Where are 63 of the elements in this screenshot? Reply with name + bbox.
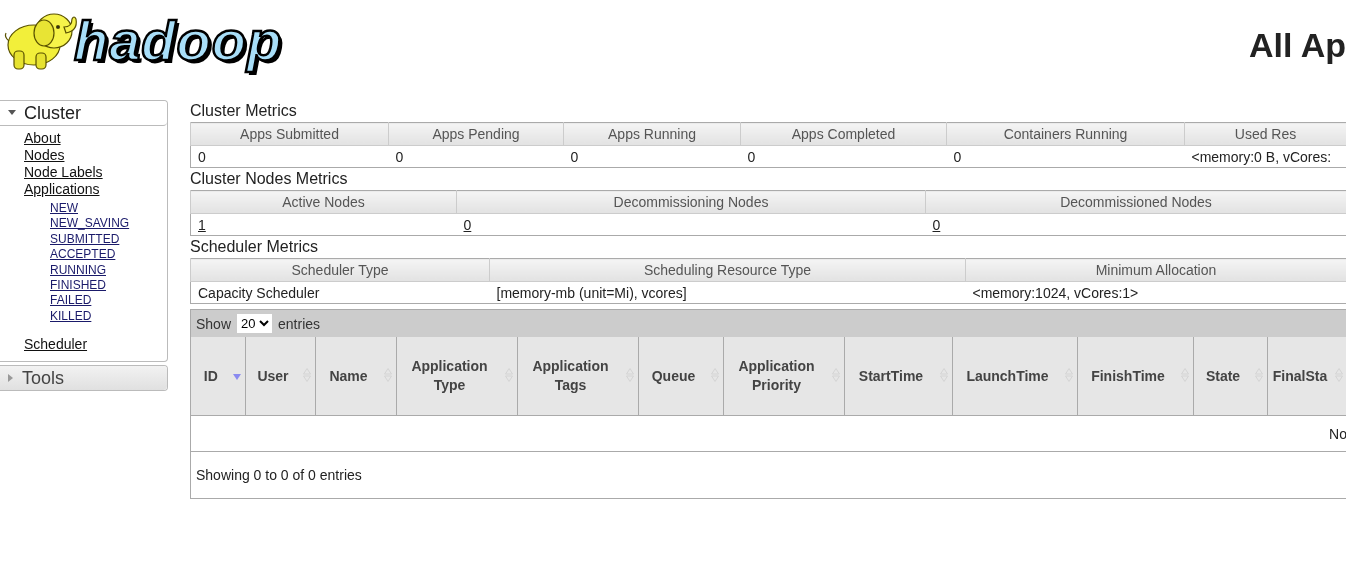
metric-value: 0 <box>395 148 404 165</box>
column-header: Containers Running <box>946 122 1185 146</box>
column-header[interactable]: Queue <box>638 337 723 416</box>
column-header[interactable]: StartTime <box>844 337 952 416</box>
column-header: Active Nodes <box>190 190 457 214</box>
column-header[interactable]: Application Tags <box>517 337 638 416</box>
section-title: Cluster Nodes Metrics <box>190 169 349 189</box>
column-header[interactable]: Application Type <box>396 337 517 416</box>
sidebar-sublink[interactable]: SUBMITTED <box>50 231 120 248</box>
column-header: Scheduler Type <box>190 258 490 282</box>
sidebar-link[interactable]: Scheduler <box>24 336 88 354</box>
sidebar-sublink[interactable]: KILLED <box>50 308 92 325</box>
metric-link[interactable]: 1 <box>198 216 206 233</box>
column-header[interactable]: FinishTime <box>1077 337 1193 416</box>
table-info: Showing 0 to 0 of 0 entries <box>195 466 363 485</box>
column-header[interactable]: User <box>245 337 315 416</box>
metric-value: Capacity Scheduler <box>198 284 320 301</box>
expanded-caret-icon <box>8 110 16 116</box>
column-header: Used Res <box>1184 122 1346 146</box>
column-header[interactable]: FinalSta <box>1267 337 1346 416</box>
metric-value: 0 <box>198 148 206 165</box>
empty-table-message: No <box>1329 425 1346 442</box>
column-header[interactable]: ID <box>191 337 245 416</box>
column-header: Decommissioned Nodes <box>925 190 1346 214</box>
metric-value: <memory:1024, vCores:1> <box>972 284 1139 301</box>
page-title: All Ap <box>1249 25 1346 65</box>
sidebar-section-header[interactable]: Cluster <box>0 101 167 126</box>
sidebar-section-header[interactable]: Tools <box>0 366 167 391</box>
metric-link[interactable]: 0 <box>463 216 472 233</box>
metric-value: [memory-mb (unit=Mi), vcores] <box>496 284 687 301</box>
column-header: Decommissioning Nodes <box>456 190 926 214</box>
column-header[interactable]: LaunchTime <box>952 337 1077 416</box>
column-header: Scheduling Resource Type <box>489 258 966 282</box>
column-header: Apps Completed <box>740 122 947 146</box>
column-header: Apps Pending <box>388 122 564 146</box>
column-header[interactable]: State <box>1193 337 1267 416</box>
sidebar-link[interactable]: Applications <box>24 181 100 198</box>
collapsed-caret-icon <box>8 374 14 383</box>
column-header: Minimum Allocation <box>965 258 1346 282</box>
metric-value: 0 <box>747 148 756 165</box>
length-label: entries <box>278 315 321 332</box>
column-header[interactable]: Application Priority <box>723 337 844 416</box>
sidebar-sublink[interactable]: ACCEPTED <box>50 247 116 263</box>
sidebar-sublink[interactable]: RUNNING <box>50 262 106 279</box>
sidebar-link[interactable]: Nodes <box>24 147 65 164</box>
column-header[interactable]: Name <box>315 337 396 416</box>
column-header: Apps Submitted <box>190 122 389 146</box>
logo-text: hadoop <box>74 7 283 73</box>
section-title: Cluster Metrics <box>190 101 298 121</box>
metric-value: 0 <box>953 148 962 165</box>
metric-value: <memory:0 B, vCores: <box>1191 148 1332 165</box>
sidebar-link[interactable]: About <box>24 130 61 147</box>
section-title: Scheduler Metrics <box>190 237 320 257</box>
sidebar-sublink[interactable]: NEW_SAVING <box>50 216 130 232</box>
sidebar-sublink[interactable]: FAILED <box>50 293 92 309</box>
sidebar-link[interactable]: Node Labels <box>24 164 103 181</box>
sidebar-sublink[interactable]: NEW <box>50 201 78 217</box>
metric-link[interactable]: 0 <box>932 216 941 233</box>
metric-value: 0 <box>570 148 579 165</box>
sidebar-sublink[interactable]: FINISHED <box>50 278 106 294</box>
page-size-select[interactable]: 20 <box>237 314 273 333</box>
column-header: Apps Running <box>563 122 741 146</box>
length-label: Show <box>196 315 232 332</box>
